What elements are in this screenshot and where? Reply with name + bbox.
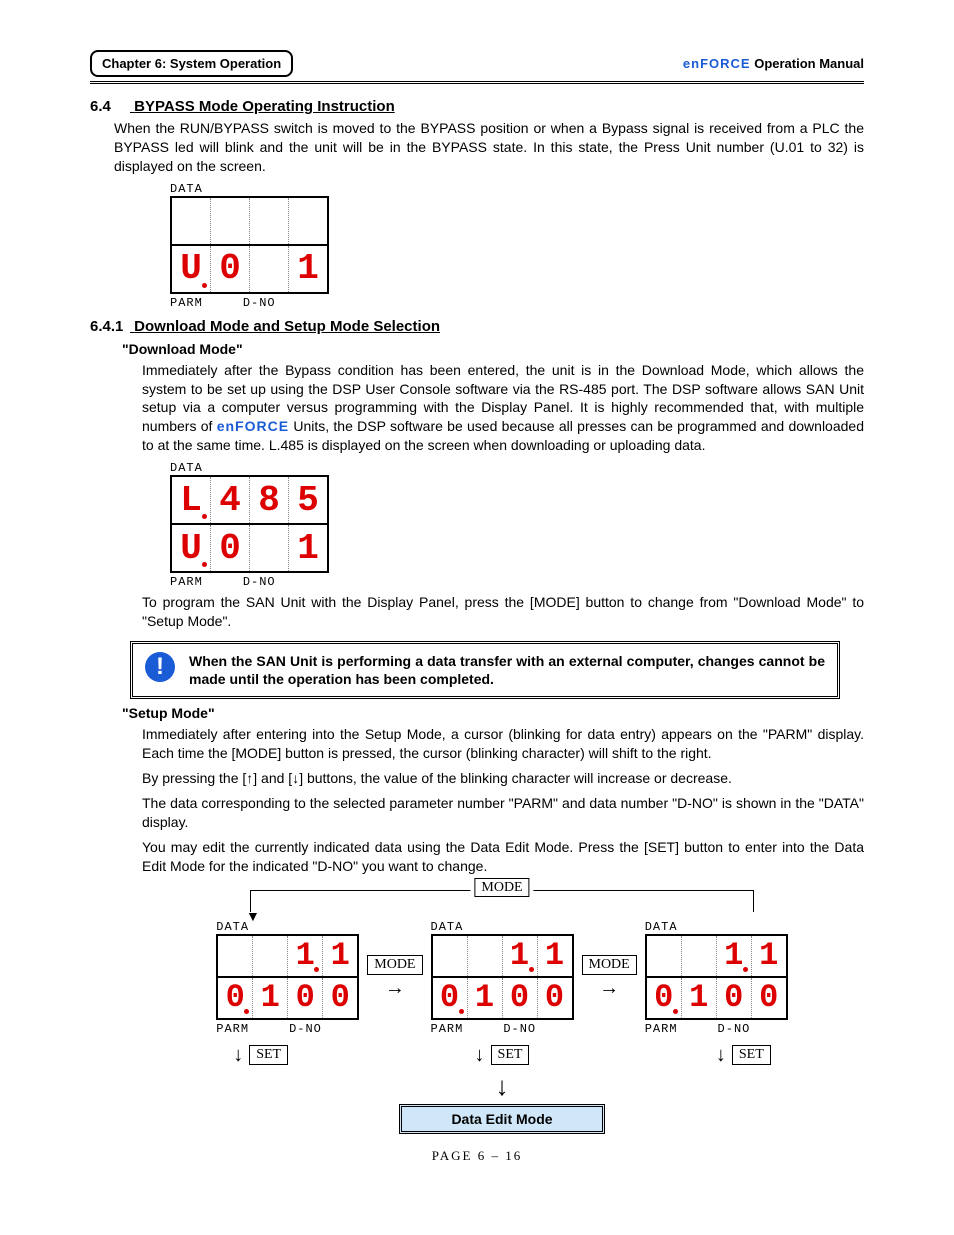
seg-cell: U <box>172 246 211 292</box>
data-label: DATA <box>170 182 864 196</box>
chapter-box: Chapter 6: System Operation <box>90 50 293 77</box>
warning-icon: ! <box>145 652 175 682</box>
setup-para-4: You may edit the currently indicated dat… <box>142 838 864 876</box>
manual-title: enFORCE Operation Manual <box>683 56 864 71</box>
set-label-a: ↓ SET <box>233 1044 288 1067</box>
setup-mode-heading: "Setup Mode" <box>122 705 864 721</box>
setup-para-3: The data corresponding to the selected p… <box>142 794 864 832</box>
display-panel-2: DATA L 4 8 5 U 0 1 PARM D-NO <box>170 461 864 589</box>
set-label-c: ↓ SET <box>716 1044 771 1067</box>
seg-cell: 1 <box>289 246 327 292</box>
arrow-down-icon: ↓ <box>140 1071 864 1102</box>
mode-flow-diagram: ▼ MODE DATA 1 1 0 1 0 0 PA <box>140 890 864 1134</box>
arrow-down-icon: ▼ <box>246 908 260 924</box>
brand-inline: enFORCE <box>217 418 289 434</box>
seg-cell: 1 <box>289 525 327 571</box>
mode-button-label: MODE <box>474 878 529 897</box>
para-3: To program the SAN Unit with the Display… <box>142 593 864 631</box>
seg-cell: 0 <box>211 246 250 292</box>
set-label-b: ↓ SET <box>475 1044 530 1067</box>
flow-panel-a: DATA 1 1 0 1 0 0 PARM D-NO <box>216 920 359 1036</box>
flow-panel-c: DATA 1 1 0 1 0 0 PARM D-NO <box>645 920 788 1036</box>
flow-panel-b: DATA 1 1 0 1 0 0 PARM D-NO <box>431 920 574 1036</box>
section-title: BYPASS Mode Operating Instruction <box>134 98 395 115</box>
arrow-right-icon: → <box>385 977 405 1000</box>
arrow-right-icon: → <box>599 977 619 1000</box>
seg-cell: 0 <box>211 525 250 571</box>
page-footer: PAGE 6 – 16 <box>90 1148 864 1164</box>
arrow-down-icon: ↓ <box>233 1044 243 1067</box>
data-edit-mode-box: Data Edit Mode <box>399 1104 605 1134</box>
seg-cell <box>211 198 250 244</box>
warning-text: When the SAN Unit is performing a data t… <box>189 652 825 688</box>
subsection-heading: 6.4.1 Download Mode and Setup Mode Selec… <box>90 318 864 335</box>
brand-name: enFORCE <box>683 56 751 71</box>
download-mode-heading: "Download Mode" <box>122 341 864 357</box>
page-header: Chapter 6: System Operation enFORCE Oper… <box>90 50 864 77</box>
warning-note: ! When the SAN Unit is performing a data… <box>130 641 840 699</box>
seg-cell <box>172 198 211 244</box>
seg-cell: L <box>172 477 211 523</box>
seg-cell <box>250 198 289 244</box>
mode-button-label: MODE <box>582 955 637 975</box>
seg-cell: 4 <box>211 477 250 523</box>
parm-label: PARM <box>170 575 203 589</box>
subsection-number: 6.4.1 <box>90 318 130 335</box>
dno-label: D-NO <box>243 575 276 589</box>
arrow-down-icon: ↓ <box>716 1044 726 1067</box>
mode-button-label: MODE <box>367 955 422 975</box>
subsection-title: Download Mode and Setup Mode Selection <box>134 318 440 335</box>
display-panel-1: DATA U 0 1 PARM D-NO <box>170 182 864 310</box>
seg-cell <box>250 246 289 292</box>
parm-label: PARM <box>170 296 203 310</box>
section-para-1: When the RUN/BYPASS switch is moved to t… <box>114 119 864 176</box>
dno-label: D-NO <box>243 296 276 310</box>
arrow-down-icon: ↓ <box>475 1044 485 1067</box>
seg-cell: U <box>172 525 211 571</box>
section-heading: 6.4 BYPASS Mode Operating Instruction <box>90 98 864 115</box>
section-number: 6.4 <box>90 98 130 115</box>
data-label: DATA <box>170 461 864 475</box>
setup-para-1: Immediately after entering into the Setu… <box>142 725 864 763</box>
setup-para-2: By pressing the [↑] and [↓] buttons, the… <box>142 769 864 788</box>
manual-label: Operation Manual <box>754 56 864 71</box>
download-mode-para: Immediately after the Bypass condition h… <box>142 361 864 455</box>
seg-cell: 5 <box>289 477 327 523</box>
seg-cell: 8 <box>250 477 289 523</box>
seg-cell <box>289 198 327 244</box>
header-rule <box>90 81 864 84</box>
seg-cell <box>250 525 289 571</box>
